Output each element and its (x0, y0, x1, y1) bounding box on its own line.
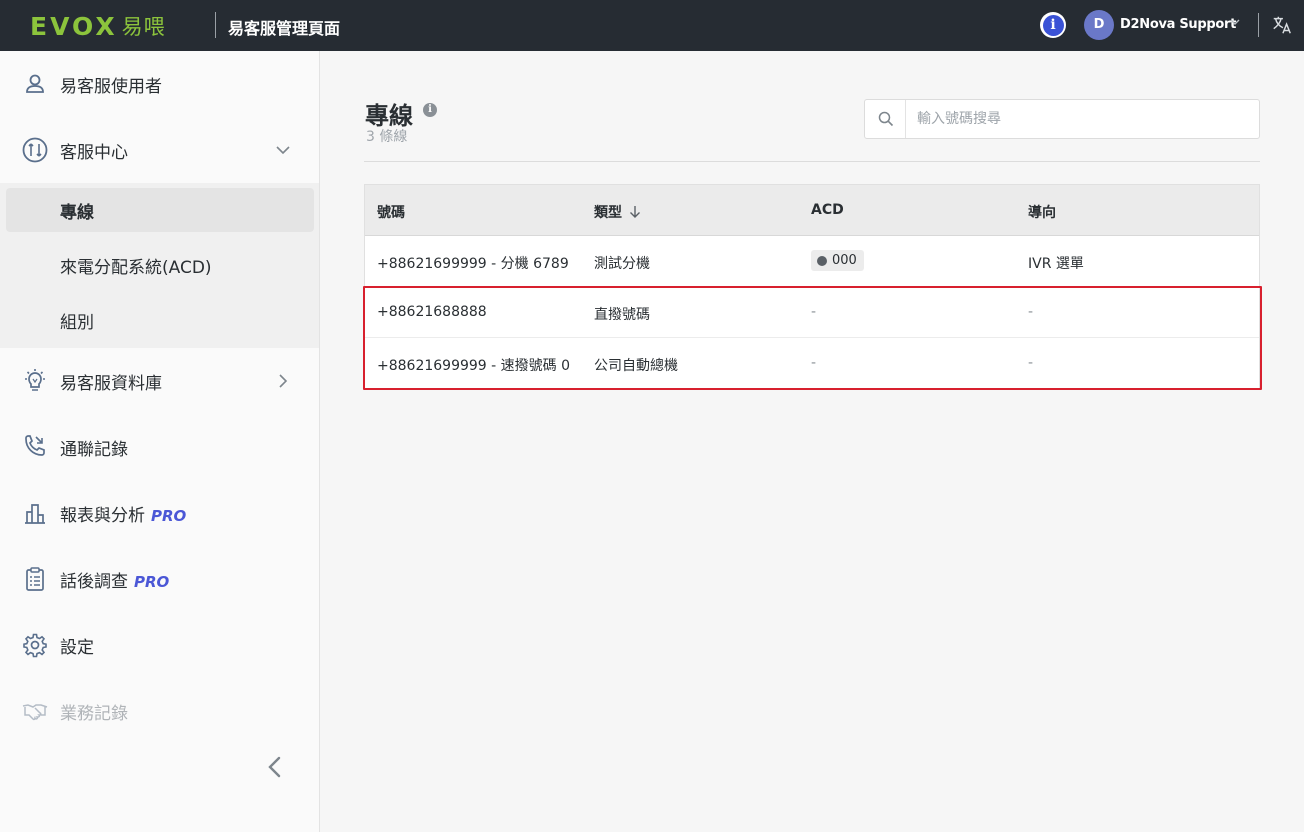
user-avatar[interactable]: D (1084, 10, 1114, 40)
active-item-highlight (6, 188, 314, 232)
header-divider (215, 12, 216, 38)
cell-type: 直撥號碼 (594, 307, 650, 323)
app-title: 易客服管理頁面 (228, 19, 341, 38)
chevron-down-icon[interactable] (1229, 16, 1241, 28)
header-separator (364, 161, 1260, 162)
sidebar-item-survey[interactable]: 話後調查 PRO (0, 546, 319, 612)
info-button[interactable]: i (1040, 12, 1066, 38)
handshake-icon (22, 704, 48, 721)
info-icon[interactable]: i (423, 103, 437, 117)
cell-route: - (1028, 304, 1034, 320)
sidebar-item-label: 通聯記錄 (60, 439, 128, 460)
search-divider (905, 100, 906, 138)
sidebar-item-label: 業務記錄 (60, 703, 128, 724)
sidebar-subitem-acd[interactable]: 來電分配系統(ACD) (0, 238, 319, 293)
sidebar-item-business-records: 業務記錄 (0, 678, 319, 744)
arrow-down-icon (630, 206, 640, 218)
pro-badge: PRO (134, 572, 170, 591)
column-header-acd[interactable]: ACD (811, 202, 844, 218)
sidebar-item-reports[interactable]: 報表與分析 PRO (0, 480, 319, 546)
sidebar-subitem-label: 組別 (60, 313, 94, 333)
user-icon (26, 74, 44, 93)
table-row[interactable]: +88621699999 - 分機 6789 測試分機 000 IVR 選單 (365, 236, 1259, 287)
bar-chart-icon (25, 504, 45, 524)
table-row[interactable]: +88621688888 直撥號碼 - - (365, 287, 1259, 338)
cell-type: 公司自動總機 (594, 358, 678, 374)
cell-number: +88621699999 - 分機 6789 (377, 256, 569, 272)
column-header-label: 類型 (594, 205, 622, 221)
sidebar-item-settings[interactable]: 設定 (0, 612, 319, 678)
header-divider-right (1258, 13, 1259, 37)
chevron-right-icon (279, 374, 288, 388)
lightbulb-icon (25, 369, 45, 391)
column-header-route[interactable]: 導向 (1028, 202, 1056, 222)
logo-chinese: 易喂 (121, 15, 166, 39)
sidebar-subitem-lines[interactable]: 專線 (0, 183, 319, 238)
cell-type: 測試分機 (594, 256, 650, 272)
sidebar-subitem-groups[interactable]: 組別 (0, 293, 319, 348)
chevron-down-icon (276, 146, 290, 155)
evox-logo[interactable]: EVOX 易喂 (30, 11, 166, 41)
cell-number: +88621699999 - 速撥號碼 0 (377, 358, 571, 374)
gear-icon (23, 633, 47, 658)
search-box (864, 99, 1260, 139)
sidebar-item-knowledge-base[interactable]: 易客服資料庫 (0, 348, 319, 414)
user-name-menu[interactable]: D2Nova Support (1120, 17, 1236, 32)
cell-acd: - (811, 304, 817, 320)
acd-chip[interactable]: 000 (811, 250, 864, 271)
table-header: 號碼 類型 ACD 導向 (365, 185, 1259, 236)
chevron-left-icon[interactable] (262, 754, 288, 780)
cell-route: - (1028, 355, 1034, 371)
main-content: 專線 i 3 條線 號碼 類型 ACD 導向 +88621699999 - 分機… (320, 51, 1304, 832)
acd-chip-label: 000 (832, 253, 857, 268)
sidebar-item-call-center[interactable]: 客服中心 (0, 117, 319, 183)
sidebar-subitem-label: 專線 (60, 203, 94, 223)
status-dot-icon (817, 255, 827, 266)
top-bar: EVOX 易喂 易客服管理頁面 i D D2Nova Support (0, 0, 1304, 51)
cell-acd: - (811, 355, 817, 371)
pro-badge: PRO (151, 506, 187, 525)
sidebar-item-users[interactable]: 易客服使用者 (0, 51, 319, 117)
sidebar-item-label: 話後調查 PRO (60, 571, 170, 592)
sidebar-subitem-label: 來電分配系統(ACD) (60, 258, 212, 278)
column-header-number[interactable]: 號碼 (377, 202, 405, 222)
table-row[interactable]: +88621699999 - 速撥號碼 0 公司自動總機 - - (365, 338, 1259, 389)
cell-route: IVR 選單 (1028, 256, 1084, 272)
sidebar: 易客服使用者 客服中心 專線 來電分配系統(ACD) 組別 易客服資料庫 通聯記… (0, 51, 320, 832)
info-icon: i (1042, 14, 1064, 36)
call-center-submenu: 專線 來電分配系統(ACD) 組別 (0, 183, 319, 348)
lines-table: 號碼 類型 ACD 導向 +88621699999 - 分機 6789 測試分機… (364, 184, 1260, 390)
clipboard-icon (26, 567, 44, 591)
logo-wordmark: EVOX (30, 11, 118, 41)
sidebar-item-label: 客服中心 (60, 142, 128, 163)
search-icon (878, 111, 894, 127)
call-log-icon (25, 435, 45, 456)
cell-number: +88621688888 (377, 304, 487, 320)
sidebar-item-label: 易客服使用者 (60, 76, 162, 97)
sidebar-item-label: 易客服資料庫 (60, 373, 162, 394)
line-count: 3 條線 (366, 129, 408, 145)
sidebar-item-label: 設定 (60, 637, 94, 658)
sidebar-item-call-logs[interactable]: 通聯記錄 (0, 414, 319, 480)
call-center-icon (22, 137, 48, 163)
column-header-type[interactable]: 類型 (594, 202, 642, 222)
sidebar-item-label: 報表與分析 PRO (60, 505, 187, 526)
search-input[interactable] (917, 109, 1247, 129)
translate-icon[interactable] (1271, 14, 1293, 36)
